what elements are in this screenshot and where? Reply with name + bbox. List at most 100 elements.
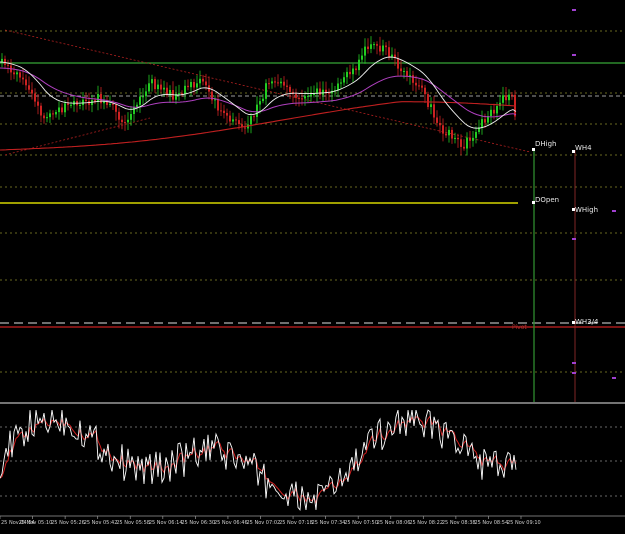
trading-chart[interactable]: DHigh WH4 DOpen WHigh WH3/4 Pivot 25 Nov… <box>0 0 625 534</box>
candle-body <box>442 125 444 134</box>
candle-body <box>256 104 258 117</box>
time-tick-label: 25 Nov 08:54 <box>474 520 508 526</box>
violet-marker <box>572 54 576 56</box>
violet-marker <box>572 9 576 11</box>
violet-marker <box>572 372 576 374</box>
violet-marker <box>572 238 576 240</box>
candle-body <box>226 113 228 116</box>
candle-body <box>19 72 21 78</box>
candle-body <box>217 99 219 111</box>
candle-body <box>373 44 375 46</box>
candle-body <box>58 107 60 113</box>
candle-body <box>433 104 435 118</box>
candle-body <box>13 72 15 75</box>
candle-body <box>403 71 405 72</box>
time-tick-label: 25 Nov 06:14 <box>149 520 183 526</box>
candle-body <box>193 82 195 88</box>
candle-body <box>37 101 39 106</box>
time-tick-label: 25 Nov 05:26 <box>51 520 85 526</box>
candle-body <box>100 94 102 104</box>
candle-body <box>457 137 459 140</box>
candle-body <box>157 84 159 90</box>
candle-body <box>340 82 342 84</box>
dhigh-marker <box>532 148 535 151</box>
candle-body <box>346 71 348 78</box>
candle-body <box>214 99 216 101</box>
candle-body <box>307 96 309 97</box>
pivot-label: Pivot <box>512 324 527 331</box>
candle-body <box>451 129 453 139</box>
candle-body <box>505 95 507 101</box>
candle-body <box>85 99 87 102</box>
candle-body <box>25 79 27 86</box>
candle-body <box>34 93 36 102</box>
candle-body <box>163 87 165 90</box>
candle-body <box>259 101 261 105</box>
candle-body <box>265 83 267 99</box>
candle-body <box>328 92 330 94</box>
candle-body <box>178 93 180 95</box>
candle-body <box>244 127 246 129</box>
candle-body <box>145 91 147 97</box>
candle-body <box>40 105 42 116</box>
candle-body <box>469 137 471 141</box>
candle-body <box>289 86 291 92</box>
candle-body <box>427 94 429 107</box>
candle-body <box>220 110 222 112</box>
candle-body <box>253 116 255 118</box>
candle-body <box>439 123 441 126</box>
candle-body <box>481 119 483 128</box>
candle-body <box>109 103 111 105</box>
candle-body <box>397 58 399 69</box>
candle-body <box>151 79 153 84</box>
candle-body <box>412 75 414 83</box>
candle-body <box>382 45 384 52</box>
candle-body <box>448 129 450 136</box>
candle-body <box>133 107 135 114</box>
candle-body <box>190 82 192 88</box>
time-tick-label: 25 Nov 06:30 <box>181 520 215 526</box>
candle-body <box>250 116 252 125</box>
violet-marker <box>612 377 616 379</box>
candle-body <box>49 113 51 118</box>
whigh-label: WHigh <box>575 206 598 214</box>
candle-body <box>199 78 201 84</box>
candle-body <box>496 106 498 114</box>
candle-body <box>484 119 486 123</box>
candle-body <box>64 103 66 113</box>
candle-body <box>103 101 105 104</box>
candle-body <box>319 88 321 95</box>
candle-body <box>211 91 213 101</box>
violet-marker <box>572 362 576 364</box>
candle-body <box>280 81 282 84</box>
candle-body <box>127 119 129 123</box>
candle-body <box>502 95 504 103</box>
candle-body <box>118 111 120 120</box>
time-tick-label: 25 Nov 08:38 <box>442 520 476 526</box>
candle-body <box>232 119 234 122</box>
candle-body <box>223 110 225 113</box>
candle-body <box>277 82 279 84</box>
candle-body <box>202 78 204 82</box>
time-tick-label: 25 Nov 07:02 <box>247 520 281 526</box>
candle-body <box>493 109 495 114</box>
candle-body <box>343 77 345 83</box>
candle-body <box>466 137 468 149</box>
candle-body <box>472 137 474 141</box>
candle-body <box>262 98 264 102</box>
violet-marker <box>612 210 616 212</box>
candle-body <box>337 83 339 91</box>
candle-body <box>313 94 315 95</box>
candle-body <box>286 85 288 87</box>
candle-body <box>97 94 99 102</box>
dopen-label: DOpen <box>535 196 559 204</box>
candle-body <box>115 104 117 112</box>
candle-body <box>385 45 387 48</box>
candle-body <box>322 89 324 95</box>
candle-body <box>490 109 492 117</box>
candle-body <box>43 115 45 119</box>
candle-body <box>511 94 513 96</box>
candle-body <box>298 97 300 99</box>
candle-body <box>31 89 33 94</box>
candle-body <box>229 115 231 122</box>
